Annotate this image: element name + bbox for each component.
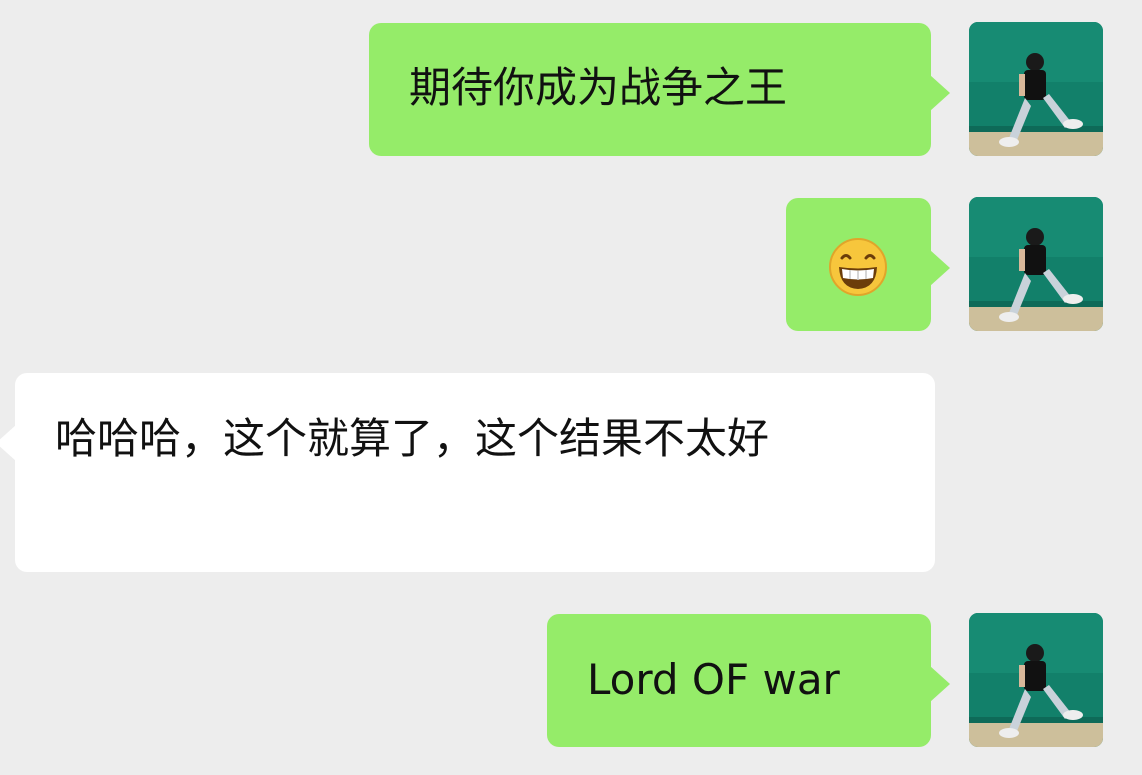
user-avatar[interactable] — [969, 22, 1103, 156]
bubble-tail — [930, 666, 950, 702]
grinning-face-emoji-icon — [826, 234, 890, 298]
message-text: 哈哈哈，这个就算了，这个结果不太好 — [55, 414, 770, 463]
message-bubble-incoming[interactable]: 哈哈哈，这个就算了，这个结果不太好 — [0, 373, 935, 572]
message-text: Lord OF war — [587, 655, 840, 704]
person-avatar-icon — [969, 197, 1103, 331]
user-avatar[interactable] — [969, 197, 1103, 331]
bubble-tail — [930, 75, 950, 111]
message-bubble-outgoing[interactable]: 期待你成为战争之王 — [369, 23, 950, 156]
person-avatar-icon — [969, 613, 1103, 747]
person-avatar-icon — [969, 22, 1103, 156]
user-avatar[interactable] — [969, 613, 1103, 747]
message-bubble-outgoing[interactable] — [786, 198, 950, 331]
bubble-tail — [930, 250, 950, 286]
bubble-tail — [0, 425, 16, 461]
message-bubble-outgoing[interactable]: Lord OF war — [547, 614, 950, 747]
chat-window: 期待你成为战争之王 哈哈哈，这个就算了，这个结果不太好 Lord OF war — [0, 0, 1142, 775]
message-text: 期待你成为战争之王 — [409, 63, 788, 112]
